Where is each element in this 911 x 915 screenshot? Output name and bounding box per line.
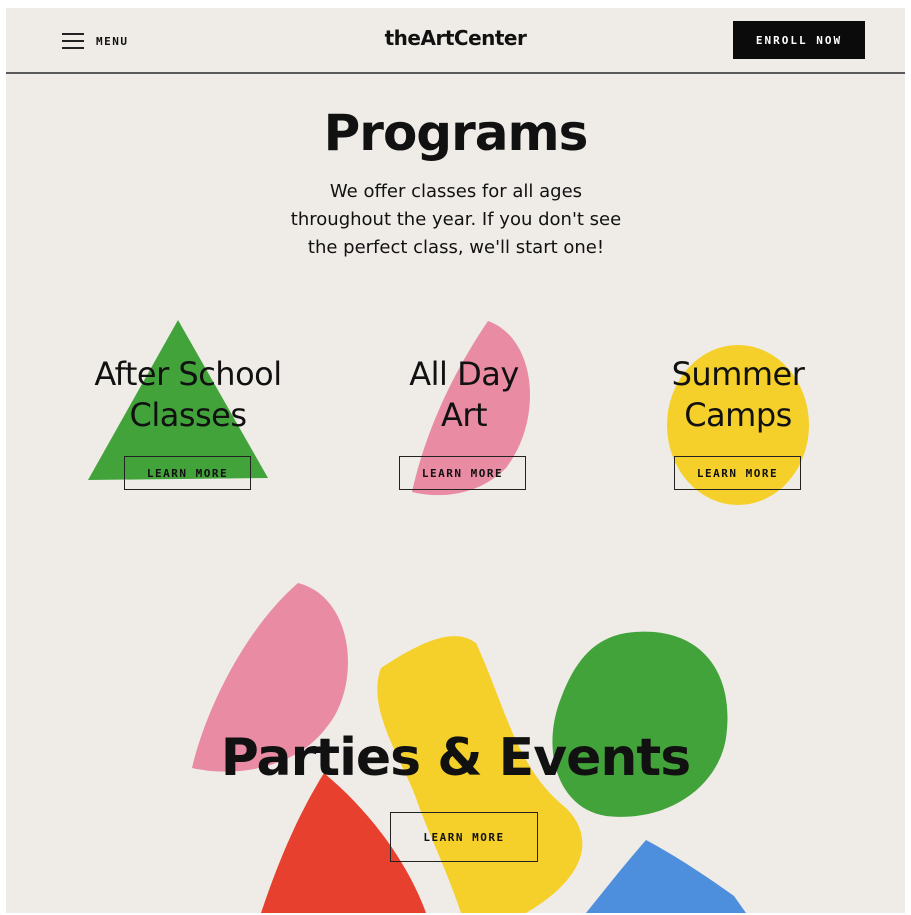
program-title-line: Classes (129, 396, 247, 434)
intro-line: We offer classes for all ages (329, 181, 583, 202)
page: MENU theArtCenter ENROLL NOW Programs We… (6, 8, 905, 913)
blue-shape (586, 840, 746, 913)
program-title-line: Summer (671, 355, 805, 393)
program-title-line: After School (94, 355, 282, 393)
program-title-summer-camps: Summer Camps (608, 354, 868, 436)
program-title-line: All Day (409, 355, 519, 393)
parties-events-title: Parties & Events (220, 728, 691, 788)
green-blob-shape (552, 631, 728, 817)
all-day-art-learn-more-button[interactable]: LEARN MORE (399, 456, 526, 490)
summer-camps-learn-more-button[interactable]: LEARN MORE (674, 456, 801, 490)
programs-title: Programs (323, 104, 589, 162)
program-title-after-school: After School Classes (58, 354, 318, 436)
intro-line: throughout the year. If you don't see (290, 209, 622, 230)
intro-line: the perfect class, we'll start one! (307, 237, 605, 258)
program-title-line: Art (440, 396, 488, 434)
program-title-all-day-art: All Day Art (334, 354, 594, 436)
program-title-line: Camps (684, 396, 792, 434)
programs-intro: We offer classes for all ages throughout… (256, 178, 656, 262)
after-school-learn-more-button[interactable]: LEARN MORE (124, 456, 251, 490)
parties-learn-more-button[interactable]: LEARN MORE (390, 812, 538, 862)
